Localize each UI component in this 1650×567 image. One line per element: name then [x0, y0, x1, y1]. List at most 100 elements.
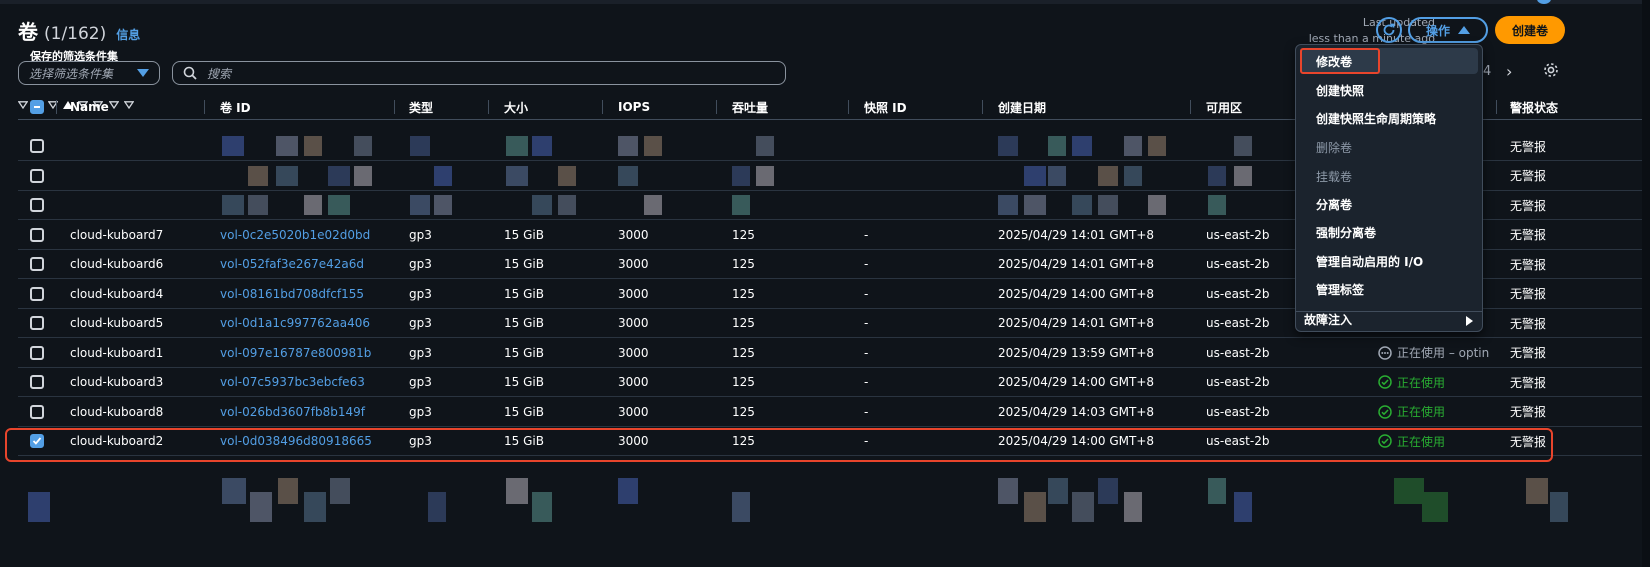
volume-iops: 3000	[618, 257, 649, 271]
redacted-cell	[998, 136, 1018, 156]
redacted-cell	[732, 195, 750, 215]
volume-iops: 3000	[618, 286, 649, 301]
pending-icon	[1378, 345, 1392, 360]
volume-iops: 3000	[618, 404, 649, 419]
menu-item-manage-auto-io[interactable]: 管理自动启用的 I/O	[1316, 248, 1423, 274]
menu-item-create-snapshot-lifecycle[interactable]: 创建快照生命周期策略	[1316, 105, 1436, 131]
volume-type: gp3	[409, 375, 432, 389]
redacted-cell	[222, 477, 246, 504]
volume-state: 正在使用	[1378, 397, 1445, 427]
row-checkbox[interactable]	[30, 345, 44, 360]
redacted-cell	[756, 136, 774, 156]
redacted-cell	[1098, 165, 1118, 186]
column-header-alarm-state[interactable]: 警报状态	[1510, 94, 1558, 120]
row-checkbox[interactable]	[30, 286, 44, 301]
row-checkbox[interactable]	[30, 168, 44, 183]
search-placeholder: 搜索	[207, 66, 232, 81]
table-row[interactable]: cloud-kuboard8 vol-026bd3607fb8b149f gp3 15…	[18, 397, 1642, 427]
volume-id-link[interactable]: vol-097e16787e800981b	[220, 338, 371, 368]
selected-row-highlight	[5, 428, 1553, 462]
menu-item-fault-injection[interactable]: 故障注入	[1304, 306, 1352, 332]
gear-icon[interactable]	[1543, 62, 1559, 78]
volume-size: 15 GiB	[504, 375, 544, 389]
column-header-size[interactable]: 大小	[504, 94, 528, 120]
redacted-cell	[1394, 477, 1424, 504]
alarm-state: 无警报	[1510, 257, 1547, 272]
availability-zone: us-east-2b	[1206, 316, 1270, 330]
volume-id-link[interactable]: vol-026bd3607fb8b149f	[220, 397, 365, 427]
row-checkbox[interactable]	[30, 375, 44, 389]
column-header-type[interactable]: 类型	[409, 94, 433, 120]
check-circle-icon	[1378, 375, 1392, 389]
pagination-page[interactable]: 4	[1483, 64, 1491, 79]
column-header-volume-id[interactable]: 卷 ID	[220, 94, 251, 120]
create-volume-button[interactable]: 创建卷	[1495, 16, 1565, 44]
redacted-cell	[998, 195, 1018, 215]
availability-zone: us-east-2b	[1206, 286, 1270, 301]
volume-id-link[interactable]: vol-07c5937bc3ebcfe63	[220, 367, 365, 397]
sort-icon[interactable]	[108, 101, 119, 110]
redacted-cell	[1024, 491, 1046, 522]
redacted-cell	[410, 195, 430, 215]
alarm-state: 无警报	[1510, 316, 1547, 331]
volume-throughput: 125	[732, 345, 755, 360]
sort-icon[interactable]	[123, 101, 135, 110]
column-header-name[interactable]: Name	[70, 94, 109, 120]
row-checkbox[interactable]	[30, 316, 44, 330]
alarm-state: 无警报	[1510, 198, 1547, 213]
redacted-cell	[558, 165, 576, 186]
saved-filter-select[interactable]: 选择筛选条件集	[18, 61, 160, 85]
table-row[interactable]: cloud-kuboard3 vol-07c5937bc3ebcfe63 gp3 15…	[18, 367, 1642, 397]
redacted-cell	[1124, 136, 1142, 156]
row-checkbox[interactable]	[30, 257, 44, 271]
column-header-created[interactable]: 创建日期	[998, 94, 1046, 120]
sort-icon[interactable]	[17, 101, 29, 110]
volume-id-link[interactable]: vol-052faf3e267e42a6d	[220, 249, 364, 279]
caret-right-icon	[1466, 316, 1473, 326]
search-input[interactable]: 搜索	[172, 61, 786, 85]
chevron-right-icon[interactable]: ›	[1506, 62, 1512, 81]
select-all-checkbox[interactable]	[30, 100, 44, 114]
volume-type: gp3	[409, 316, 432, 330]
column-header-snapshot-id[interactable]: 快照 ID	[864, 94, 907, 120]
row-checkbox[interactable]	[30, 198, 44, 212]
table-row[interactable]	[18, 470, 1642, 550]
column-header-iops[interactable]: IOPS	[618, 94, 650, 120]
menu-item-create-snapshot[interactable]: 创建快照	[1316, 77, 1364, 103]
info-link[interactable]: 信息	[116, 26, 140, 43]
menu-item-modify-volume[interactable]: 修改卷	[1316, 48, 1352, 74]
redacted-cell	[1234, 491, 1252, 522]
menu-item-manage-tags[interactable]: 管理标签	[1316, 276, 1364, 302]
volume-throughput: 125	[732, 316, 755, 330]
row-checkbox[interactable]	[30, 404, 44, 419]
redacted-cell	[330, 477, 350, 504]
menu-item-detach-volume[interactable]: 分离卷	[1316, 191, 1352, 217]
snapshot-id: -	[864, 286, 869, 301]
column-header-az[interactable]: 可用区	[1206, 94, 1242, 120]
redacted-cell	[1526, 477, 1548, 504]
volume-id-link[interactable]: vol-0c2e5020b1e02d0bd	[220, 220, 370, 250]
redacted-cell	[1048, 165, 1066, 186]
table-row[interactable]: cloud-kuboard1 vol-097e16787e800981b gp3 15…	[18, 338, 1642, 368]
snapshot-id: -	[864, 375, 869, 389]
column-divider	[488, 100, 489, 114]
volume-state: 正在使用	[1378, 367, 1445, 397]
volume-type: gp3	[409, 286, 432, 301]
menu-item-force-detach[interactable]: 强制分离卷	[1316, 219, 1376, 245]
volume-id-link[interactable]: vol-0d1a1c997762aa406	[220, 308, 370, 338]
column-header-throughput[interactable]: 吞吐量	[732, 94, 768, 120]
volume-id-link[interactable]: vol-08161bd708dfcf155	[220, 279, 364, 309]
actions-button[interactable]: 操作	[1408, 17, 1488, 43]
refresh-button[interactable]	[1376, 17, 1402, 43]
created-date: 2025/04/29 14:00 GMT+8	[998, 286, 1155, 301]
volume-name: cloud-kuboard7	[70, 227, 164, 242]
redacted-cell	[1124, 165, 1142, 186]
redacted-cell	[618, 165, 638, 186]
redacted-cell	[28, 491, 50, 522]
volume-type: gp3	[409, 257, 432, 271]
redacted-cell	[756, 165, 774, 186]
redacted-cell	[1208, 195, 1226, 215]
redacted-cell	[248, 195, 268, 215]
row-checkbox[interactable]	[30, 139, 44, 153]
row-checkbox[interactable]	[30, 227, 44, 242]
